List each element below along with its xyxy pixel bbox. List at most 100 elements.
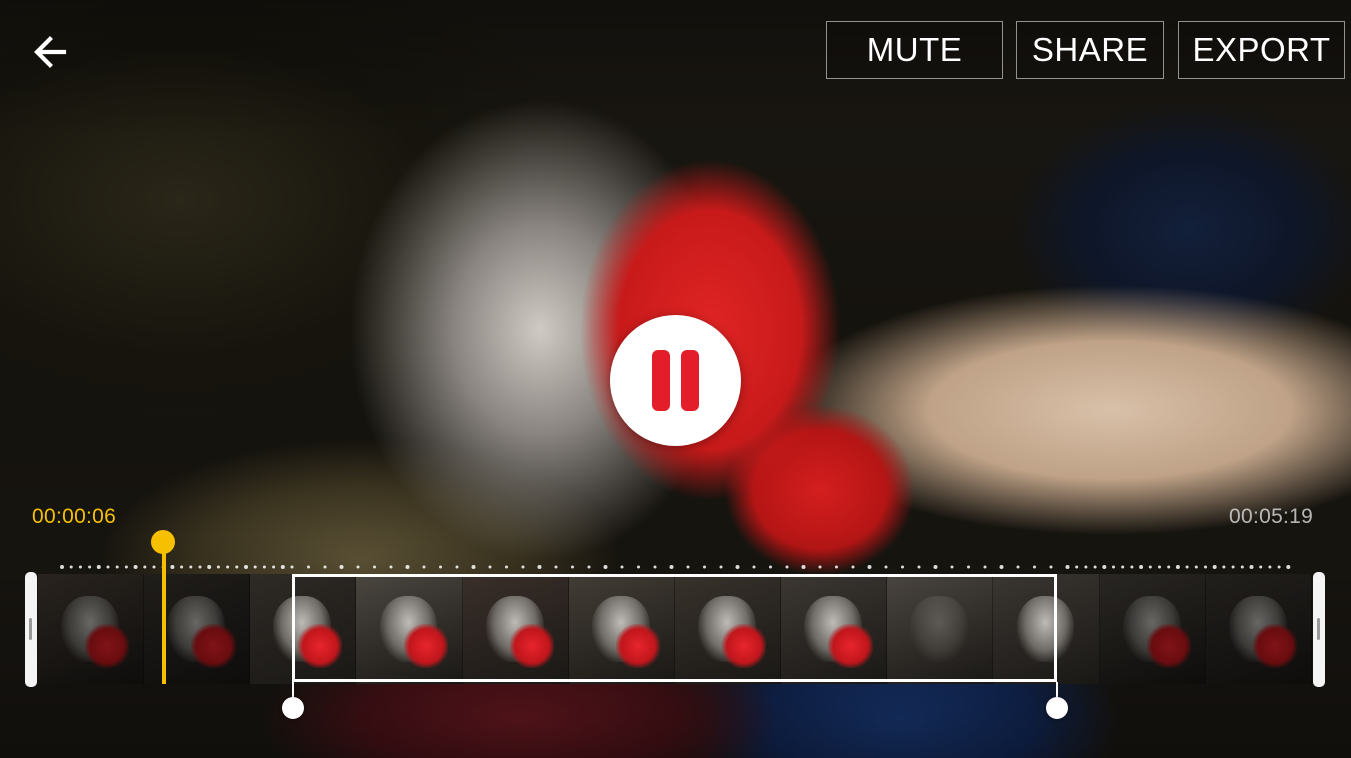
timeline-thumbnail xyxy=(250,574,357,684)
total-time-label: 00:05:19 xyxy=(1229,505,1314,528)
current-time-label: 00:00:06 xyxy=(32,505,117,528)
timeline-tick xyxy=(1249,565,1254,569)
timeline-tick xyxy=(488,565,492,569)
timeline-tick xyxy=(389,565,393,569)
timeline-tick xyxy=(752,565,756,569)
timeline-tick xyxy=(1148,565,1152,569)
timeline-tick xyxy=(719,565,723,569)
timeline-tick xyxy=(867,565,872,569)
timeline-tick xyxy=(133,565,138,569)
back-button[interactable] xyxy=(22,24,78,80)
timeline-tick xyxy=(405,565,410,569)
timeline-tick xyxy=(106,565,110,569)
timeline-tick xyxy=(1075,565,1079,569)
timeline-tick xyxy=(1286,565,1291,569)
timeline-tick xyxy=(587,565,591,569)
timeline-tick xyxy=(835,565,838,569)
timeline-tick xyxy=(124,565,128,569)
timeline-tick xyxy=(1167,565,1171,569)
timeline-tick xyxy=(216,565,220,569)
timeline-thumbnail xyxy=(993,574,1100,684)
timeline-thumbnail xyxy=(1205,574,1312,684)
timeline-tick xyxy=(307,565,310,569)
timeline-tick xyxy=(967,565,970,569)
timeline-end-handle[interactable] xyxy=(1313,572,1325,687)
export-button[interactable]: EXPORT xyxy=(1178,21,1345,79)
timeline-tick xyxy=(603,565,608,569)
timeline-tick xyxy=(1112,565,1115,569)
timeline-tick xyxy=(1084,565,1088,569)
timeline-tick xyxy=(554,565,558,569)
timeline-tick xyxy=(244,565,248,569)
timeline-tick xyxy=(1212,565,1217,569)
timeline-tick xyxy=(1139,565,1144,569)
timeline-tick xyxy=(653,565,657,569)
playhead-knob[interactable] xyxy=(151,530,175,554)
timeline-thumbnail xyxy=(38,574,145,684)
timeline-tick xyxy=(422,565,426,569)
timeline-tick xyxy=(851,565,855,569)
timeline-tick xyxy=(373,565,376,569)
timeline-tick xyxy=(272,565,276,569)
video-editor-screen: MUTE SHARE EXPORT 00:00:06 00:05:19 xyxy=(0,0,1351,758)
timeline-tick xyxy=(198,565,202,569)
timeline-tick xyxy=(703,565,706,569)
timeline-tick xyxy=(170,565,175,569)
timeline-thumbnail xyxy=(356,574,463,684)
timeline-tick xyxy=(1204,565,1207,569)
timeline-tick xyxy=(637,565,640,569)
timeline-tick xyxy=(1175,565,1180,569)
trim-start-knob[interactable] xyxy=(282,697,304,719)
timeline-tick xyxy=(60,565,64,569)
timeline-tick xyxy=(1049,565,1053,569)
timeline-filmstrip[interactable] xyxy=(38,574,1312,684)
timeline-tick xyxy=(950,565,954,569)
timeline-tick xyxy=(226,565,230,569)
timeline-tick xyxy=(983,565,987,569)
timeline-tick xyxy=(69,565,73,569)
timeline-tick xyxy=(439,565,442,569)
timeline-thumbnail xyxy=(781,574,888,684)
timeline-tick xyxy=(521,565,525,569)
timeline-tick xyxy=(1259,565,1263,569)
timeline-tick xyxy=(253,565,257,569)
timeline-tick xyxy=(115,565,119,569)
timeline-tick xyxy=(262,565,266,569)
mute-button[interactable]: MUTE xyxy=(826,21,1003,79)
share-button[interactable]: SHARE xyxy=(1016,21,1164,79)
timeline-tick xyxy=(1130,565,1134,569)
timeline-tick-marks xyxy=(60,565,1291,569)
timeline-tick xyxy=(1222,565,1226,569)
timeline-tick xyxy=(505,565,508,569)
timeline-tick xyxy=(1185,565,1189,569)
timeline-tick xyxy=(455,565,459,569)
timeline-tick xyxy=(96,565,101,569)
timeline-tick xyxy=(356,565,360,569)
timeline-tick xyxy=(1158,565,1161,569)
timeline-tick xyxy=(1268,565,1272,569)
timeline-tick xyxy=(571,565,574,569)
timeline-tick xyxy=(1231,565,1235,569)
timeline-tick xyxy=(818,565,822,569)
timeline-tick xyxy=(1016,565,1020,569)
timeline-tick xyxy=(917,565,921,569)
timeline-tick xyxy=(180,565,184,569)
timeline-tick xyxy=(686,565,690,569)
timeline-tick xyxy=(1121,565,1125,569)
trim-end-knob[interactable] xyxy=(1046,697,1068,719)
timeline-tick xyxy=(669,565,674,569)
timeline-tick xyxy=(1065,565,1070,569)
timeline-tick xyxy=(801,565,806,569)
timeline-tick xyxy=(323,565,327,569)
timeline-tick xyxy=(735,565,740,569)
pause-button[interactable] xyxy=(610,315,741,446)
timeline-tick xyxy=(189,565,193,569)
timeline-start-handle[interactable] xyxy=(25,572,37,687)
timeline-tick xyxy=(290,565,294,569)
timeline-tick xyxy=(884,565,888,569)
timeline-thumbnail xyxy=(1099,574,1206,684)
timeline-tick xyxy=(339,565,344,569)
timeline-thumbnail xyxy=(674,574,782,684)
timeline-tick xyxy=(1240,565,1244,569)
timeline-tick xyxy=(88,565,92,569)
